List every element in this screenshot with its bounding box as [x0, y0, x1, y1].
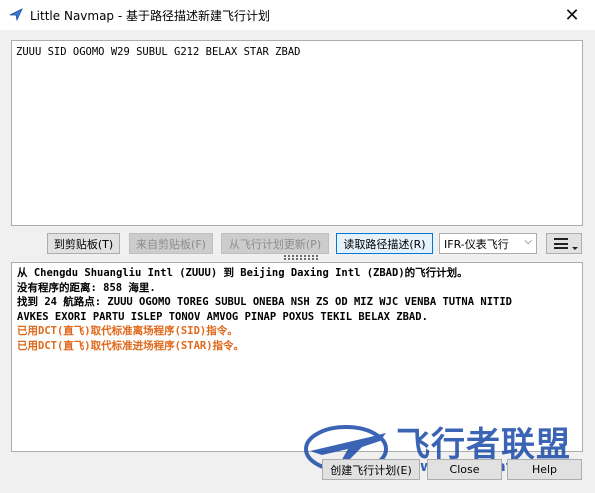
chevron-down-icon: ⌵	[524, 236, 532, 247]
log-warning-line: 已用DCT(直飞)取代标准进场程序(STAR)指令。	[17, 339, 245, 352]
log-warning-line: 已用DCT(直飞)取代标准离场程序(SID)指令。	[17, 325, 238, 337]
from-clipboard-button[interactable]: 来自剪贴板(F)	[129, 233, 213, 254]
close-button[interactable]: Close	[427, 459, 502, 480]
flight-type-select[interactable]: IFR-仪表飞行 ⌵	[439, 233, 537, 254]
to-clipboard-button[interactable]: 到剪贴板(T)	[47, 233, 120, 254]
dropdown-arrow-icon	[572, 247, 578, 250]
flight-type-value: IFR-仪表飞行	[444, 237, 509, 251]
help-button[interactable]: Help	[507, 459, 582, 480]
splitter-handle[interactable]	[284, 255, 318, 260]
app-icon	[9, 8, 23, 22]
window-title: Little Navmap - 基于路径描述新建飞行计划	[30, 9, 271, 23]
title-bar: Little Navmap - 基于路径描述新建飞行计划 ✕	[0, 0, 595, 30]
log-line: 找到 24 航路点: ZUUU OGOMO TOREG SUBUL ONEBA …	[17, 296, 513, 308]
log-output: 从 Chengdu Shuangliu Intl (ZUUU) 到 Beijin…	[11, 262, 583, 452]
log-line: 没有程序的距离: 858 海里.	[17, 281, 156, 294]
hamburger-menu-icon	[554, 238, 568, 249]
log-line: AVKES EXORI PARTU ISLEP TONOV AMVOG PINA…	[17, 310, 428, 323]
options-menu-button[interactable]	[546, 233, 582, 254]
update-from-plan-button[interactable]: 从飞行计划更新(P)	[221, 233, 329, 254]
route-description-input[interactable]: ZUUU SID OGOMO W29 SUBUL G212 BELAX STAR…	[11, 40, 583, 226]
create-flight-plan-button[interactable]: 创建飞行计划(E)	[322, 459, 420, 480]
close-window-button[interactable]: ✕	[549, 0, 595, 30]
read-route-button[interactable]: 读取路径描述(R)	[336, 233, 433, 254]
log-line: 从 Chengdu Shuangliu Intl (ZUUU) 到 Beijin…	[17, 267, 468, 279]
